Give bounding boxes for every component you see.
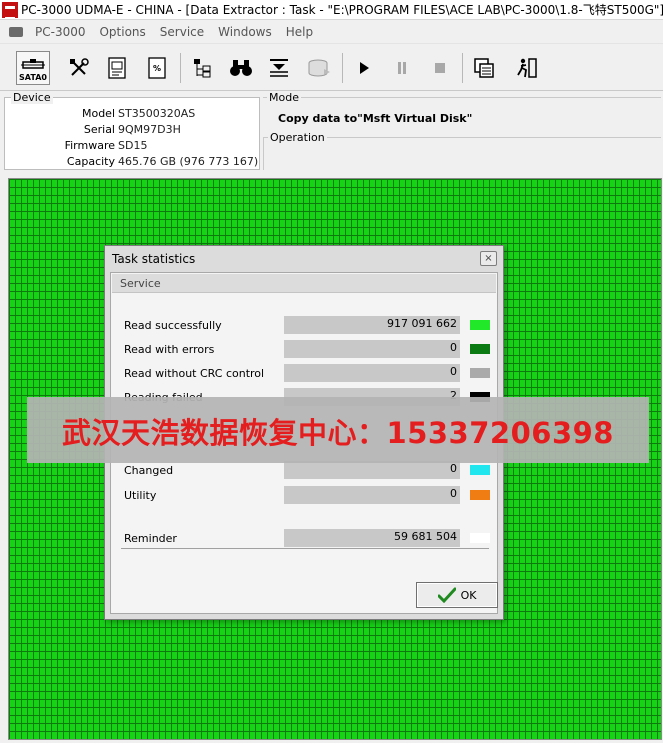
device-firmware-row: Firmware SD15 — [5, 139, 261, 155]
stat-label: Read without CRC control — [124, 367, 265, 380]
window-list-button[interactable] — [467, 51, 501, 85]
menu-service[interactable]: Service — [153, 25, 211, 39]
device-capacity-row: Capacity 465.76 GB (976 773 167) — [5, 155, 261, 171]
toolbar-separator — [342, 53, 343, 83]
tools-button[interactable] — [62, 51, 96, 85]
exit-button[interactable] — [510, 51, 544, 85]
mode-legend: Mode — [267, 91, 301, 104]
color-swatch — [470, 465, 490, 475]
color-swatch — [470, 320, 490, 330]
drive-icon[interactable] — [8, 25, 24, 39]
svg-text:%: % — [153, 64, 161, 73]
play-button[interactable] — [347, 51, 381, 85]
stat-label: Changed — [124, 464, 174, 477]
ok-label: OK — [460, 588, 477, 602]
disk-info-button[interactable] — [100, 51, 134, 85]
device-field-key: Model — [81, 107, 115, 120]
stat-row-read-with-errors: Read with errors 0 — [111, 340, 499, 358]
stat-row-read-successfully: Read successfully 917 091 662 — [111, 316, 499, 334]
stat-value: 0 — [284, 364, 460, 382]
menu-options[interactable]: Options — [92, 25, 152, 39]
menu-windows[interactable]: Windows — [211, 25, 279, 39]
service-label: Service — [120, 277, 161, 290]
drive-export-button[interactable] — [302, 51, 336, 85]
device-field-value: SD15 — [118, 139, 148, 152]
stat-row-utility: Utility 0 — [111, 486, 499, 504]
device-model-row: Model ST3500320AS — [5, 107, 261, 123]
stat-label: Reminder — [124, 532, 177, 545]
toolbar: SATA0 % — [0, 45, 663, 91]
disk-info-icon — [108, 57, 126, 79]
device-field-value: 9QM97D3H — [118, 123, 181, 136]
stat-value: 0 — [284, 340, 460, 358]
stop-icon — [435, 63, 445, 73]
percent-icon: % — [148, 57, 166, 79]
device-panel: Device Model ST3500320AS Serial 9QM97D3H… — [4, 91, 261, 171]
sector-edit-icon — [270, 59, 288, 77]
stat-value: 0 — [284, 461, 460, 479]
exit-icon — [517, 58, 537, 78]
color-swatch — [470, 533, 490, 543]
service-header: Service — [112, 274, 496, 293]
stat-value: 59 681 504 — [284, 529, 460, 547]
window-title: PC-3000 UDMA-E - CHINA - [Data Extractor… — [20, 3, 663, 17]
color-swatch — [470, 490, 490, 500]
menu-bar: PC-3000 Options Service Windows Help — [0, 20, 663, 44]
stat-label: Read with errors — [124, 343, 215, 356]
app-logo-icon — [2, 1, 18, 19]
tree-icon — [194, 59, 211, 78]
menu-pc3000[interactable]: PC-3000 — [28, 25, 92, 39]
play-icon — [360, 62, 369, 74]
search-button[interactable] — [224, 51, 258, 85]
stat-label: Utility — [124, 489, 157, 502]
binoculars-icon — [230, 60, 252, 76]
percent-button[interactable]: % — [140, 51, 174, 85]
device-legend: Device — [11, 91, 53, 104]
menu-help[interactable]: Help — [279, 25, 320, 39]
color-swatch — [470, 368, 490, 378]
title-bar[interactable]: PC-3000 UDMA-E - CHINA - [Data Extractor… — [0, 0, 663, 20]
watermark-text: 武汉天浩数据恢复中心：15337206398 — [62, 416, 614, 450]
device-field-value: 465.76 GB (976 773 167) — [118, 155, 259, 168]
device-field-key: Firmware — [64, 139, 115, 152]
sector-edit-button[interactable] — [262, 51, 296, 85]
tree-button[interactable] — [185, 51, 219, 85]
mode-text: Copy data to"Msft Virtual Disk" — [278, 112, 473, 125]
stat-row-reminder: Reminder 59 681 504 — [111, 529, 499, 547]
dialog-title: Task statistics — [112, 252, 196, 266]
mode-panel: Mode Copy data to"Msft Virtual Disk" — [263, 91, 661, 129]
ok-button[interactable]: OK — [416, 582, 498, 608]
toolbar-separator — [462, 53, 463, 83]
window-list-icon — [474, 58, 494, 78]
device-field-key: Serial — [83, 123, 115, 136]
device-field-key: Capacity — [66, 155, 115, 168]
sata0-button[interactable]: SATA0 — [16, 51, 50, 85]
device-serial-row: Serial 9QM97D3H — [5, 123, 261, 139]
checkmark-icon — [437, 587, 456, 603]
pause-button[interactable] — [385, 51, 419, 85]
stat-value: 917 091 662 — [284, 316, 460, 334]
pause-icon — [398, 62, 406, 74]
stats-divider — [121, 548, 489, 549]
operation-legend: Operation — [268, 131, 327, 144]
stat-row-read-without-crc: Read without CRC control 0 — [111, 364, 499, 382]
device-field-value: ST3500320AS — [118, 107, 196, 120]
close-button[interactable]: × — [480, 251, 497, 266]
stat-value: 0 — [284, 486, 460, 504]
stat-label: Read successfully — [124, 319, 222, 332]
color-swatch — [470, 344, 490, 354]
drive-export-icon — [308, 59, 330, 77]
operation-panel: Operation — [263, 131, 661, 170]
stat-row-changed: Changed 0 — [111, 461, 499, 479]
close-icon: × — [484, 253, 493, 264]
stop-button[interactable] — [423, 51, 457, 85]
watermark-banner: 武汉天浩数据恢复中心：15337206398 — [27, 397, 649, 463]
toolbar-separator — [180, 53, 181, 83]
tools-icon — [70, 58, 89, 76]
sata0-label: SATA0 — [19, 73, 47, 82]
